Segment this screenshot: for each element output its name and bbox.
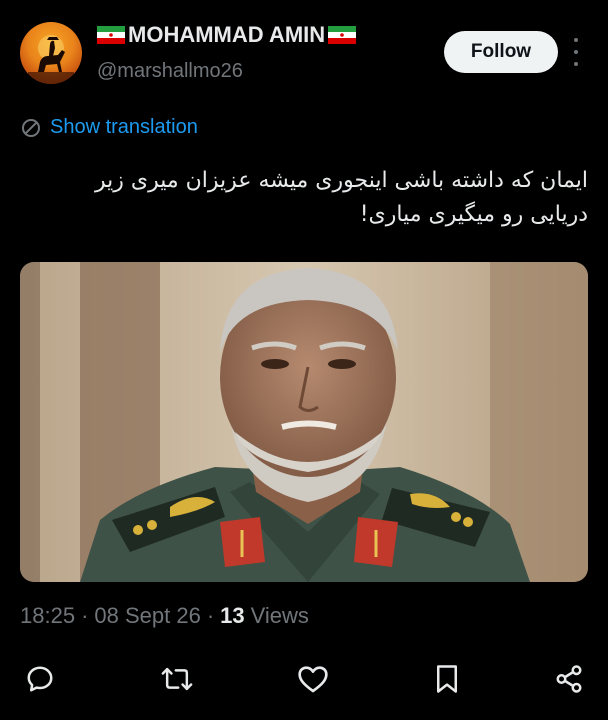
tweet-text: ایمان که داشته باشی اینجوری میشه عزیزان … xyxy=(95,168,588,227)
horse-rider-icon xyxy=(28,35,74,84)
views-label: Views xyxy=(250,603,309,628)
retweet-icon[interactable] xyxy=(160,662,194,696)
translate-icon xyxy=(22,118,40,137)
author-name[interactable]: MOHAMMAD AMIN xyxy=(128,22,325,48)
meta-separator: · xyxy=(81,603,89,628)
share-icon[interactable] xyxy=(552,662,586,696)
tweet-meta: 18:25 · 08 Sept 26 · 13 Views xyxy=(20,603,309,629)
bookmark-icon[interactable] xyxy=(430,662,464,696)
show-translation-label[interactable]: Show translation xyxy=(50,116,198,139)
iran-flag-icon xyxy=(97,26,125,44)
photo-man-in-military-uniform xyxy=(20,262,588,582)
action-bar xyxy=(0,654,608,704)
views-count: 13 xyxy=(220,603,245,628)
author-name-row[interactable]: MOHAMMAD AMIN xyxy=(97,22,357,48)
tweet-media[interactable] xyxy=(20,262,588,582)
show-translation-link[interactable]: Show translation xyxy=(20,116,198,139)
iran-flag-icon xyxy=(328,26,357,44)
more-vertical-icon[interactable] xyxy=(570,38,582,66)
reply-icon[interactable] xyxy=(23,662,57,696)
follow-button[interactable]: Follow xyxy=(444,31,558,73)
avatar[interactable] xyxy=(20,22,82,84)
author-handle[interactable]: @marshallmo26 xyxy=(97,60,243,83)
meta-separator: · xyxy=(206,603,215,628)
like-icon[interactable] xyxy=(296,662,330,696)
tweet-date[interactable]: 08 Sept 26 xyxy=(94,603,200,629)
tweet-time: 18:25 xyxy=(20,603,76,628)
